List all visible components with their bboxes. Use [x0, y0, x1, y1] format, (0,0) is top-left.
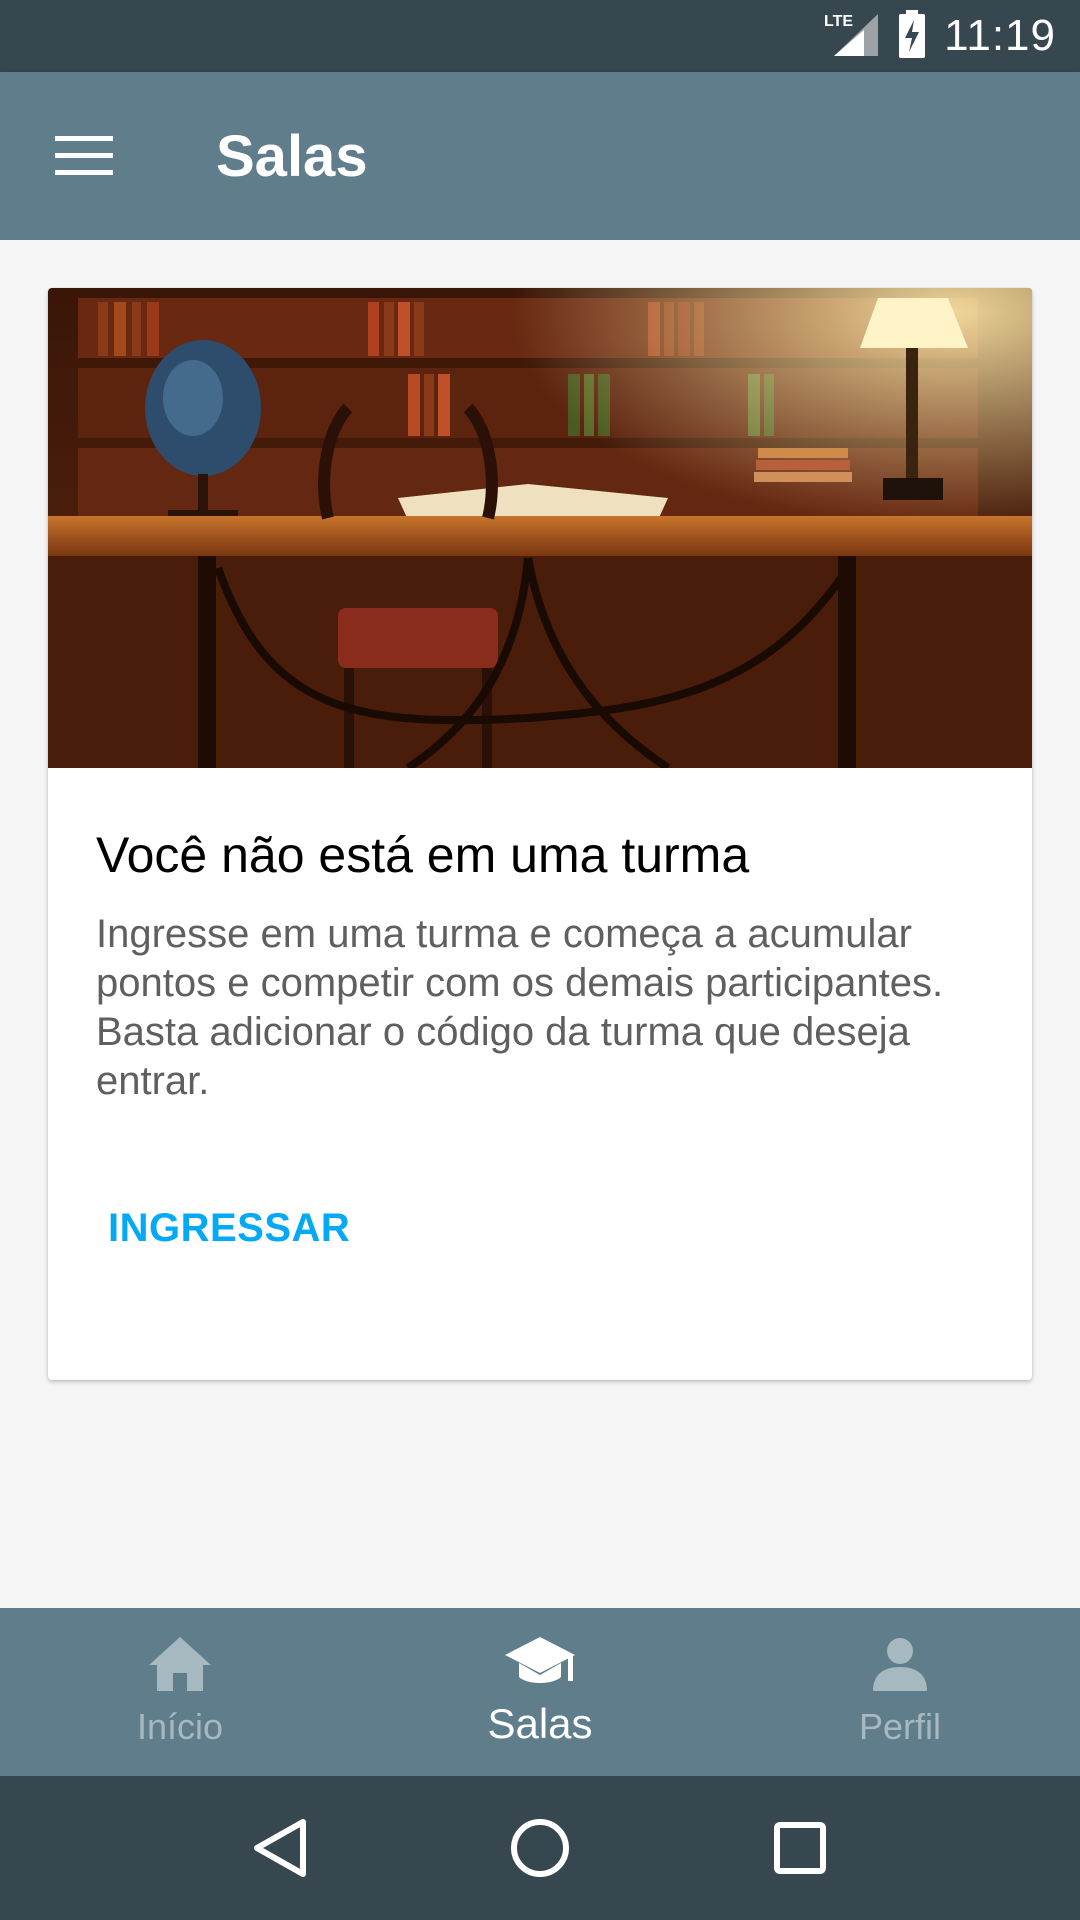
empty-class-card: Você não está em uma turma Ingresse em u…	[48, 288, 1032, 1380]
nav-label-salas: Salas	[487, 1699, 593, 1747]
svg-text:LTE: LTE	[824, 13, 853, 30]
nav-item-inicio[interactable]: Início	[0, 1608, 360, 1776]
hamburger-menu-icon[interactable]	[0, 72, 168, 240]
nav-item-salas[interactable]: Salas	[360, 1608, 720, 1776]
app-bar: Salas	[0, 72, 1080, 240]
card-description: Ingresse em uma turma e começa a acumula…	[96, 912, 944, 1103]
battery-charging-icon	[898, 9, 926, 63]
nav-item-perfil[interactable]: Perfil	[720, 1608, 1080, 1776]
home-circle-icon[interactable]	[500, 1808, 580, 1888]
status-bar: LTE 11:19	[0, 0, 1080, 72]
lte-signal-icon: LTE	[824, 10, 880, 63]
recents-icon[interactable]	[760, 1808, 840, 1888]
page-title: Salas	[216, 123, 368, 189]
join-class-button[interactable]: INGRESSAR	[108, 1206, 350, 1251]
nav-label-perfil: Perfil	[858, 1705, 942, 1747]
person-icon	[873, 1637, 927, 1696]
card-title: Você não está em uma turma	[96, 827, 750, 883]
main-content: Você não está em uma turma Ingresse em u…	[0, 240, 1080, 1608]
system-navigation-bar	[0, 1776, 1080, 1920]
bottom-navigation: Início Salas Perfil	[0, 1608, 1080, 1776]
library-desk-image	[48, 288, 1032, 768]
back-icon[interactable]	[240, 1808, 320, 1888]
card-body: Você não está em uma turma Ingresse em u…	[48, 768, 1032, 1106]
card-actions: INGRESSAR	[48, 1106, 1032, 1321]
home-icon	[149, 1636, 211, 1696]
nav-label-inicio: Início	[136, 1705, 224, 1747]
status-time: 11:19	[944, 11, 1056, 60]
school-icon	[505, 1636, 575, 1696]
